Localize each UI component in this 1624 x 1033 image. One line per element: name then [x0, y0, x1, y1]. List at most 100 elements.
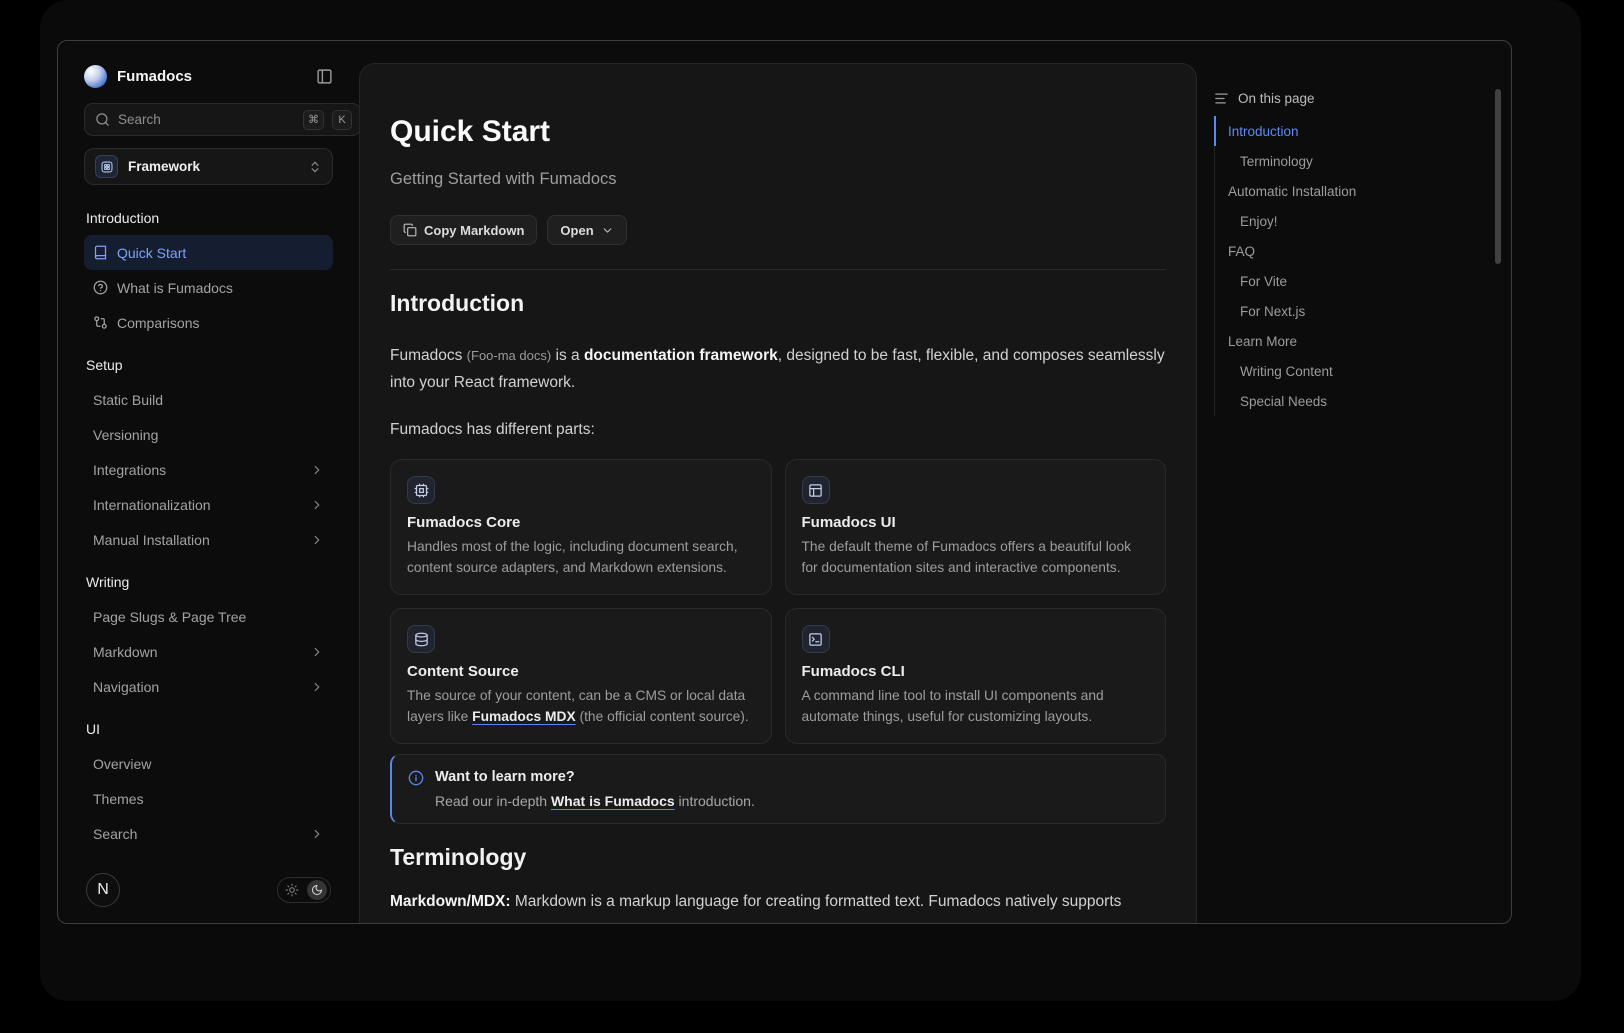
callout-prefix: Read our in-depth — [435, 793, 551, 809]
chevrons-up-down-icon — [308, 160, 322, 174]
card-fumadocs-cli[interactable]: Fumadocs CLI A command line tool to inst… — [785, 608, 1167, 744]
card-title: Fumadocs UI — [802, 514, 1150, 531]
callout-body: Read our in-depth What is Fumadocs intro… — [435, 793, 755, 809]
sidebar-item-navigation[interactable]: Navigation — [84, 669, 333, 704]
sidebar-item-page-slugs[interactable]: Page Slugs & Page Tree — [84, 599, 333, 634]
sun-icon[interactable] — [285, 883, 299, 897]
open-menu-button[interactable]: Open — [547, 215, 626, 245]
card-fumadocs-core[interactable]: Fumadocs Core Handles most of the logic,… — [390, 459, 772, 595]
card-fumadocs-ui[interactable]: Fumadocs UI The default theme of Fumadoc… — [785, 459, 1167, 595]
callout-suffix: introduction. — [675, 793, 755, 809]
nav-section-setup: Setup — [86, 357, 331, 375]
git-compare-icon — [93, 315, 108, 330]
desc-suffix: (the official content source). — [576, 709, 749, 724]
sidebar-item-static-build[interactable]: Static Build — [84, 382, 333, 417]
sidebar-item-internationalization[interactable]: Internationalization — [84, 487, 333, 522]
fumadocs-mdx-link[interactable]: Fumadocs MDX — [472, 709, 576, 724]
sidebar-item-search[interactable]: Search — [84, 816, 333, 851]
panel-left-icon — [316, 68, 333, 85]
intro-paragraph: Fumadocs (Foo-ma docs) is a documentatio… — [390, 342, 1166, 396]
nav-section-introduction: Introduction — [86, 210, 331, 228]
sidebar-item-label: Markdown — [93, 644, 158, 660]
sidebar-item-themes[interactable]: Themes — [84, 781, 333, 816]
card-desc: The default theme of Fumadocs offers a b… — [802, 537, 1150, 578]
fumadocs-logo — [84, 65, 107, 88]
sidebar-item-what-is-fumadocs[interactable]: What is Fumadocs — [84, 270, 333, 305]
desktop-background: Fumadocs ⌘ K — [0, 0, 1624, 1033]
chevron-down-icon — [601, 224, 614, 237]
copy-icon — [403, 223, 417, 237]
copy-markdown-button[interactable]: Copy Markdown — [390, 215, 537, 245]
info-icon — [408, 770, 424, 809]
framework-label: Framework — [128, 159, 200, 174]
introduction-heading: Introduction — [390, 290, 1166, 316]
chevron-right-icon — [310, 827, 324, 841]
terminology-rest: Markdown is a markup language for creati… — [511, 893, 1122, 910]
card-desc: A command line tool to install UI compon… — [802, 686, 1150, 727]
chevron-right-icon — [310, 645, 324, 659]
article: Quick Start Getting Started with Fumadoc… — [360, 64, 1196, 915]
sidebar-item-markdown[interactable]: Markdown — [84, 634, 333, 669]
sidebar-item-label: Quick Start — [117, 245, 186, 261]
sidebar-item-label: Internationalization — [93, 497, 211, 513]
search-input[interactable] — [118, 112, 295, 127]
toc-item-for-nextjs[interactable]: For Next.js — [1214, 296, 1504, 326]
search-box[interactable]: ⌘ K — [84, 103, 361, 136]
search-icon — [95, 112, 110, 127]
brand-row: Fumadocs — [84, 61, 333, 91]
book-icon — [93, 245, 108, 260]
copy-markdown-label: Copy Markdown — [424, 223, 524, 238]
framework-grid-icon — [95, 155, 118, 178]
chevron-right-icon — [310, 533, 324, 547]
sidebar-item-integrations[interactable]: Integrations — [84, 452, 333, 487]
toc-item-terminology[interactable]: Terminology — [1214, 146, 1504, 176]
sidebar-collapse-button[interactable] — [316, 68, 333, 85]
chevron-right-icon — [310, 498, 324, 512]
card-desc: Handles most of the logic, including doc… — [407, 537, 755, 578]
sidebar-item-label: Integrations — [93, 462, 166, 478]
terminology-paragraph: Markdown/MDX: Markdown is a markup langu… — [390, 888, 1166, 915]
pronunciation: (Foo-ma docs) — [467, 348, 552, 363]
toc-item-faq[interactable]: FAQ — [1214, 236, 1504, 266]
sidebar-item-versioning[interactable]: Versioning — [84, 417, 333, 452]
toc-item-for-vite[interactable]: For Vite — [1214, 266, 1504, 296]
callout-content: Want to learn more? Read our in-depth Wh… — [435, 769, 755, 809]
toc-item-writing-content[interactable]: Writing Content — [1214, 356, 1504, 386]
sidebar-item-label: Versioning — [93, 427, 158, 443]
toc: On this page Introduction Terminology Au… — [1214, 91, 1504, 416]
moon-icon[interactable] — [307, 880, 327, 900]
page-title: Quick Start — [390, 114, 1166, 150]
toc-item-automatic-installation[interactable]: Automatic Installation — [1214, 176, 1504, 206]
card-content-source[interactable]: Content Source The source of your conten… — [390, 608, 772, 744]
sidebar-item-label: Comparisons — [117, 315, 199, 331]
sidebar-item-manual-installation[interactable]: Manual Installation — [84, 522, 333, 557]
terminology-heading: Terminology — [390, 844, 1166, 870]
avatar-letter: N — [97, 881, 109, 899]
sidebar-footer: N — [84, 863, 333, 911]
sidebar-item-label: Static Build — [93, 392, 163, 408]
toc-item-enjoy[interactable]: Enjoy! — [1214, 206, 1504, 236]
sidebar-item-comparisons[interactable]: Comparisons — [84, 305, 333, 340]
sidebar-item-label: Search — [93, 826, 137, 842]
text-lines-icon — [1214, 91, 1229, 106]
kbd-k: K — [332, 110, 352, 130]
sidebar-item-overview[interactable]: Overview — [84, 746, 333, 781]
nextjs-avatar[interactable]: N — [86, 873, 120, 907]
chevron-right-icon — [310, 463, 324, 477]
brand-name: Fumadocs — [117, 68, 192, 85]
toc-item-introduction[interactable]: Introduction — [1214, 116, 1504, 146]
toc-item-special-needs[interactable]: Special Needs — [1214, 386, 1504, 416]
what-is-fumadocs-link[interactable]: What is Fumadocs — [551, 793, 675, 809]
sidebar-item-quick-start[interactable]: Quick Start — [84, 235, 333, 270]
help-circle-icon — [93, 280, 108, 295]
database-icon — [407, 625, 435, 653]
callout-title: Want to learn more? — [435, 769, 755, 785]
theme-toggle[interactable] — [277, 877, 331, 903]
info-callout: Want to learn more? Read our in-depth Wh… — [390, 754, 1166, 824]
framework-selector[interactable]: Framework — [84, 148, 333, 185]
toc-item-learn-more[interactable]: Learn More — [1214, 326, 1504, 356]
card-title: Content Source — [407, 663, 755, 680]
card-title: Fumadocs Core — [407, 514, 755, 531]
scrollbar-thumb[interactable] — [1495, 89, 1501, 264]
search-row: ⌘ K — [84, 103, 333, 136]
